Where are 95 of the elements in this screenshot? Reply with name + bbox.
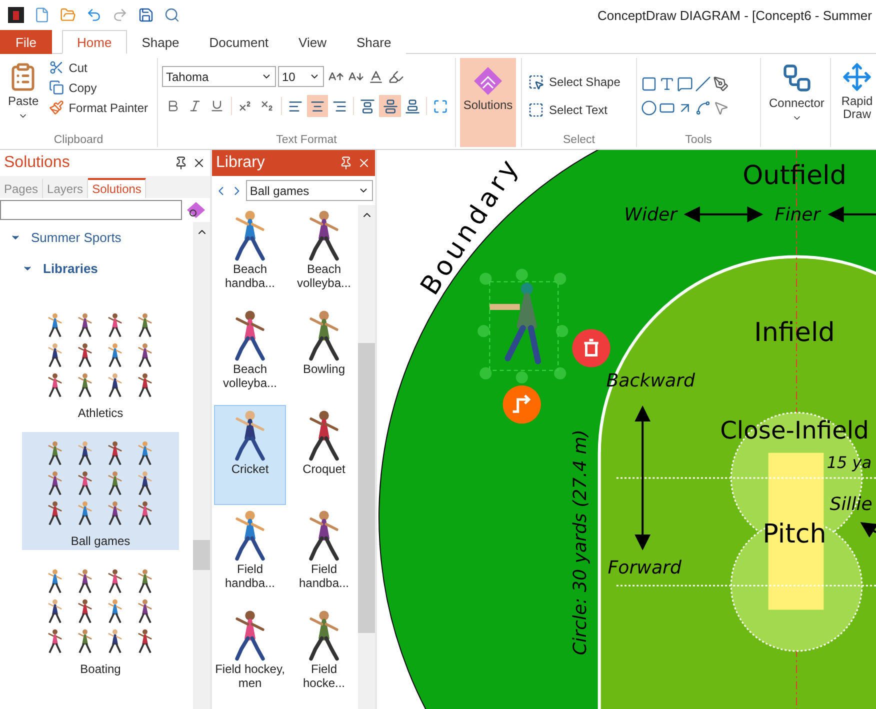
connector-button[interactable]	[502, 385, 541, 424]
infield-label: Infield	[754, 318, 835, 348]
wider-label: Wider	[624, 204, 678, 226]
library-card[interactable]: Athletics	[22, 304, 179, 422]
vertical-align-icon	[360, 98, 376, 114]
select-text-button[interactable]: Select Text	[526, 100, 632, 120]
font-select[interactable]: Tahoma	[162, 66, 276, 87]
callout-tool-icon[interactable]	[677, 76, 693, 92]
scrollbar[interactable]	[358, 205, 375, 709]
align-icon	[288, 98, 303, 114]
group-label: Select	[563, 133, 595, 147]
ellipse-tool-icon[interactable]	[641, 100, 657, 116]
fit-text-icon	[432, 98, 448, 114]
sillier-label: Sillie	[830, 494, 872, 516]
text-tool-icon[interactable]	[659, 76, 675, 92]
library-item[interactable]: Beach volleyba...	[288, 205, 358, 305]
scrollbar-thumb[interactable]	[358, 343, 375, 633]
tree-item[interactable]: Summer Sports	[0, 222, 193, 253]
library-item[interactable]: Field handba...	[214, 505, 286, 605]
library-card[interactable]: Boating	[22, 560, 179, 678]
font-size-select[interactable]: 10	[278, 66, 324, 87]
highlight-icon[interactable]	[388, 68, 404, 84]
outfield-label: Outfield	[742, 161, 846, 192]
solutions-button[interactable]: Solutions	[460, 58, 516, 147]
subscript-icon	[260, 99, 274, 113]
new-document-icon[interactable]	[34, 7, 50, 23]
pin-icon[interactable]	[174, 156, 188, 170]
rectangle-tool-icon[interactable]	[641, 76, 657, 92]
close-icon[interactable]	[192, 156, 206, 170]
search-field[interactable]	[0, 200, 182, 220]
line-tool-icon[interactable]	[695, 76, 711, 92]
align-button[interactable]	[306, 95, 328, 117]
painter-button[interactable]: Format Painter	[46, 98, 150, 117]
font-color-icon[interactable]	[368, 68, 384, 84]
file-tab[interactable]: File	[0, 30, 52, 54]
tree-item[interactable]: Libraries	[0, 253, 193, 284]
ribbon-tab[interactable]: Home	[62, 30, 127, 54]
library-item[interactable]: Beach handba...	[214, 205, 286, 305]
scrollbar[interactable]	[193, 222, 210, 709]
vertical-align-button[interactable]	[379, 95, 401, 117]
panel-title: Solutions	[4, 154, 70, 172]
library-card[interactable]: Ball games	[22, 432, 179, 550]
copy-button[interactable]: Copy	[46, 78, 150, 97]
undo-icon[interactable]	[86, 7, 102, 23]
cut-icon	[48, 60, 64, 75]
group-label: Tools	[685, 133, 712, 147]
group-label: Clipboard	[54, 133, 104, 147]
library-item[interactable]: Field handba...	[288, 505, 358, 605]
delete-button[interactable]	[572, 329, 610, 368]
italic-icon	[188, 99, 202, 113]
library-item[interactable]: Cricket	[214, 405, 286, 505]
circle-distance-label: Circle: 30 yards (27.4 m)	[570, 430, 592, 656]
select-shape-button[interactable]: Select Shape	[526, 72, 632, 92]
arrow	[828, 206, 876, 222]
vertical-align-icon	[382, 98, 398, 114]
select-shape-icon	[528, 74, 544, 90]
library-item[interactable]: Field hockey, men	[214, 605, 286, 705]
select-text-icon	[528, 102, 544, 118]
library-item[interactable]: Bowling	[288, 305, 358, 405]
arc-tool-icon[interactable]	[695, 100, 711, 116]
underline-icon	[210, 99, 224, 113]
library-item[interactable]: Croquet	[288, 405, 358, 505]
group-label: Text Format	[276, 133, 337, 147]
rapid-draw-icon	[842, 62, 872, 92]
scrollbar-thumb[interactable]	[193, 540, 210, 570]
print-preview-icon[interactable]	[164, 7, 180, 23]
paste-button[interactable]: Paste	[4, 58, 43, 133]
search-icon[interactable]	[185, 200, 207, 220]
painter-icon	[48, 100, 64, 115]
connector-icon	[780, 62, 813, 94]
cut-button[interactable]: Cut	[46, 58, 150, 77]
app-logo-icon	[8, 7, 24, 23]
library-item[interactable]: Beach volleyba...	[214, 305, 286, 405]
library-dropdown[interactable]: Ball games	[246, 180, 373, 201]
rapid-draw-button[interactable]: Rapid Draw	[835, 58, 876, 147]
window-title: ConceptDraw DIAGRAM - [Concept6 - Summer	[597, 8, 872, 22]
panel-title: Library	[216, 154, 265, 172]
superscript-icon	[238, 99, 252, 113]
arrow	[860, 522, 876, 538]
finer-label: Finer	[774, 204, 820, 226]
solutions-icon	[473, 66, 503, 96]
align-icon	[332, 98, 348, 114]
vertical-align-icon	[404, 98, 420, 114]
forward-label: Forward	[608, 558, 682, 579]
pointer-tool-icon[interactable]	[713, 100, 729, 116]
save-icon[interactable]	[138, 7, 154, 23]
distance-label: 15 ya	[826, 452, 872, 472]
panel-tab[interactable]: Solutions	[88, 178, 146, 198]
open-folder-icon[interactable]	[60, 7, 76, 23]
align-icon	[310, 98, 326, 114]
pen-tool-icon[interactable]	[713, 76, 729, 92]
pitch-label: Pitch	[762, 519, 826, 550]
copy-icon	[48, 80, 64, 95]
connector-tool-button[interactable]: Connector	[765, 58, 828, 147]
library-item[interactable]: Field hocke...	[288, 605, 358, 705]
